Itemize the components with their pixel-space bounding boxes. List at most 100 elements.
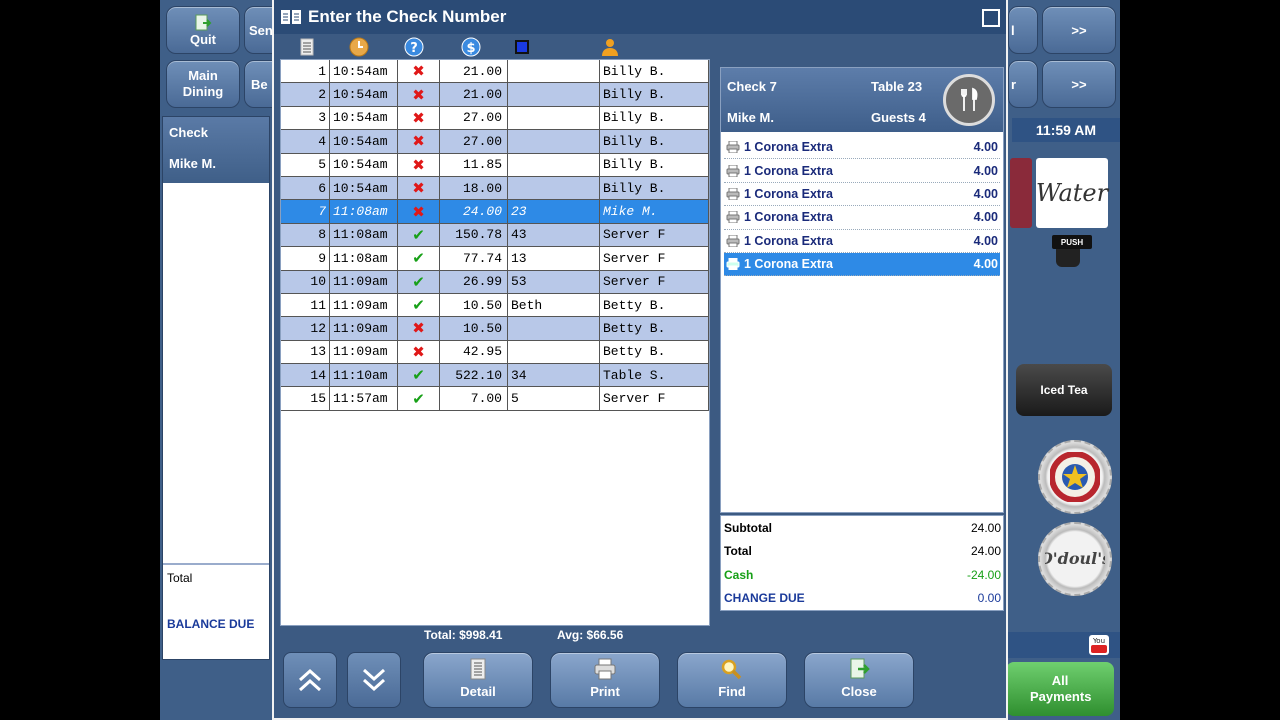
check-time-cell: 11:08am xyxy=(330,247,398,271)
printed-icon xyxy=(726,234,740,247)
check-server-cell: Billy B. xyxy=(600,83,709,107)
check-detail-panel: Check 7 Table 23 Mike M. Guests 4 1 Coro… xyxy=(720,67,1004,513)
printer-icon xyxy=(594,658,616,680)
check-server-cell: Server F xyxy=(600,270,709,294)
youtube-icon[interactable]: You xyxy=(1088,634,1110,656)
item-price: 4.00 xyxy=(973,186,998,201)
status-column-icon[interactable]: ? xyxy=(404,37,424,57)
water-button[interactable]: Water xyxy=(1036,158,1108,228)
check-table-cell xyxy=(508,176,600,201)
check-number-cell: 12 xyxy=(281,317,330,341)
clock-column-icon[interactable] xyxy=(349,37,369,57)
left-total-label: Total xyxy=(167,571,193,585)
check-table-cell xyxy=(508,340,600,365)
find-label: Find xyxy=(718,684,746,699)
check-item-list[interactable]: 1 Corona Extra 4.00 1 Corona Extra 4.00 1 Co… xyxy=(721,132,1003,277)
check-server-cell: Betty B. xyxy=(600,340,709,365)
check-amount-cell: 21.00 xyxy=(440,83,508,107)
next-page-button-top[interactable]: >> xyxy=(1042,6,1116,54)
magnifier-icon xyxy=(721,659,742,680)
check-row[interactable]: 10 11:09am ✔ 26.99 53 Server F xyxy=(281,270,709,294)
check-row[interactable]: 14 11:10am ✔ 522.10 34 Table S. xyxy=(281,364,709,388)
check-row[interactable]: 13 11:09am ✖ 42.95 Betty B. xyxy=(281,340,709,365)
check-row[interactable]: 5 10:54am ✖ 11.85 Billy B. xyxy=(281,153,709,177)
server-column-icon[interactable] xyxy=(600,37,620,57)
check-row[interactable]: 12 11:09am ✖ 10.50 Betty B. xyxy=(281,317,709,341)
item-price: 4.00 xyxy=(973,163,998,178)
scroll-down-button[interactable] xyxy=(347,652,401,708)
left-check-server: Mike M. xyxy=(169,156,216,171)
pos-app-window: Quit Sen Main Dining Be >> >> l r Check … xyxy=(160,0,1120,720)
scroll-up-button[interactable] xyxy=(283,652,337,708)
check-row[interactable]: 6 10:54am ✖ 18.00 Billy B. xyxy=(281,176,709,201)
check-row[interactable]: 9 11:08am ✔ 77.74 13 Server F xyxy=(281,247,709,271)
table-column-icon[interactable] xyxy=(512,37,532,57)
left-totals: Total BALANCE DUE xyxy=(163,563,269,659)
check-number-cell: 15 xyxy=(281,387,330,411)
close-button[interactable]: Close xyxy=(804,652,914,708)
check-amount-cell: 522.10 xyxy=(440,364,508,388)
check-server-cell: Billy B. xyxy=(600,176,709,201)
check-time-cell: 11:57am xyxy=(330,387,398,411)
check-row[interactable]: 4 10:54am ✖ 27.00 Billy B. xyxy=(281,130,709,154)
dine-in-icon xyxy=(943,74,995,126)
check-item-row[interactable]: 1 Corona Extra 4.00 xyxy=(724,206,1000,230)
check-item-row[interactable]: 1 Corona Extra 4.00 xyxy=(724,230,1000,253)
quit-button[interactable]: Quit xyxy=(166,6,240,54)
all-payments-button[interactable]: All Payments xyxy=(1006,662,1114,716)
check-server-cell: Billy B. xyxy=(600,153,709,177)
detail-button[interactable]: Detail xyxy=(423,652,533,708)
check-item-row[interactable]: 1 Corona Extra 4.00 xyxy=(724,136,1000,160)
main-dining-button[interactable]: Main Dining xyxy=(166,60,240,108)
newcastle-button[interactable] xyxy=(1038,440,1112,514)
check-item-row[interactable]: 1 Corona Extra 4.00 xyxy=(724,183,1000,207)
odouls-button[interactable]: O'doul's xyxy=(1038,522,1112,596)
unpaid-x-icon: ✖ xyxy=(412,85,425,104)
subtotal-line: Subtotal 24.00 xyxy=(721,516,1003,540)
find-button[interactable]: Find xyxy=(677,652,787,708)
check-number-cell: 13 xyxy=(281,340,330,365)
partial-button-bottom[interactable]: r xyxy=(1008,60,1038,108)
next-page-button-bottom[interactable]: >> xyxy=(1042,60,1116,108)
check-list[interactable]: 1 10:54am ✖ 21.00 Billy B. 2 10:54am ✖ 21.00 Bill… xyxy=(280,59,710,626)
item-name: 1 Corona Extra xyxy=(744,257,833,272)
unpaid-x-icon: ✖ xyxy=(412,342,425,361)
check-row[interactable]: 15 11:57am ✔ 7.00 5 Server F xyxy=(281,387,709,411)
drink-tile-partial[interactable] xyxy=(1010,158,1032,228)
unpaid-x-icon: ✖ xyxy=(412,62,425,81)
cash-line: Cash -24.00 xyxy=(721,563,1003,587)
check-status-cell: ✖ xyxy=(398,106,440,131)
check-detail-header: Check 7 Table 23 Mike M. Guests 4 xyxy=(721,68,1003,132)
guest-count: Guests 4 xyxy=(871,110,926,125)
check-row[interactable]: 11 11:09am ✔ 10.50 Beth Betty B. xyxy=(281,293,709,318)
check-server-cell: Betty B. xyxy=(600,317,709,341)
check-number-column-icon[interactable] xyxy=(297,37,317,57)
amount-column-icon[interactable]: $ xyxy=(461,37,481,57)
total-line: Total 24.00 xyxy=(721,540,1003,564)
check-row[interactable]: 1 10:54am ✖ 21.00 Billy B. xyxy=(281,60,709,84)
check-row[interactable]: 8 11:08am ✔ 150.78 43 Server F xyxy=(281,223,709,248)
check-row[interactable]: 3 10:54am ✖ 27.00 Billy B. xyxy=(281,106,709,131)
total-value: 24.00 xyxy=(970,544,1001,559)
check-amount-cell: 26.99 xyxy=(440,270,508,294)
partial-button-top[interactable]: l xyxy=(1008,6,1038,54)
check-number-cell: 9 xyxy=(281,247,330,271)
cash-label: Cash xyxy=(724,567,754,582)
youtube-bar: You xyxy=(1008,632,1120,658)
check-item-row[interactable]: 1 Corona Extra 4.00 xyxy=(724,159,1000,183)
check-time-cell: 10:54am xyxy=(330,83,398,107)
check-status-cell: ✖ xyxy=(398,200,440,224)
paid-check-icon: ✔ xyxy=(412,366,425,385)
quit-label: Quit xyxy=(190,31,216,47)
check-row[interactable]: 7 11:08am ✖ 24.00 23 Mike M. xyxy=(281,200,709,224)
svg-text:You: You xyxy=(1092,637,1105,645)
iced-tea-button[interactable]: Iced Tea xyxy=(1016,364,1112,416)
check-item-row[interactable]: 1 Corona Extra 4.00 xyxy=(724,252,1000,277)
water-label: Water xyxy=(1035,179,1109,207)
send-label: Sen xyxy=(249,22,273,38)
newcastle-star-icon xyxy=(1050,452,1100,502)
maximize-button[interactable] xyxy=(982,9,1000,27)
print-button[interactable]: Print xyxy=(550,652,660,708)
check-row[interactable]: 2 10:54am ✖ 21.00 Billy B. xyxy=(281,83,709,107)
check-lookup-dialog: Enter the Check Number ? $ 1 10:54am ✖ 21.0… xyxy=(272,0,1008,720)
